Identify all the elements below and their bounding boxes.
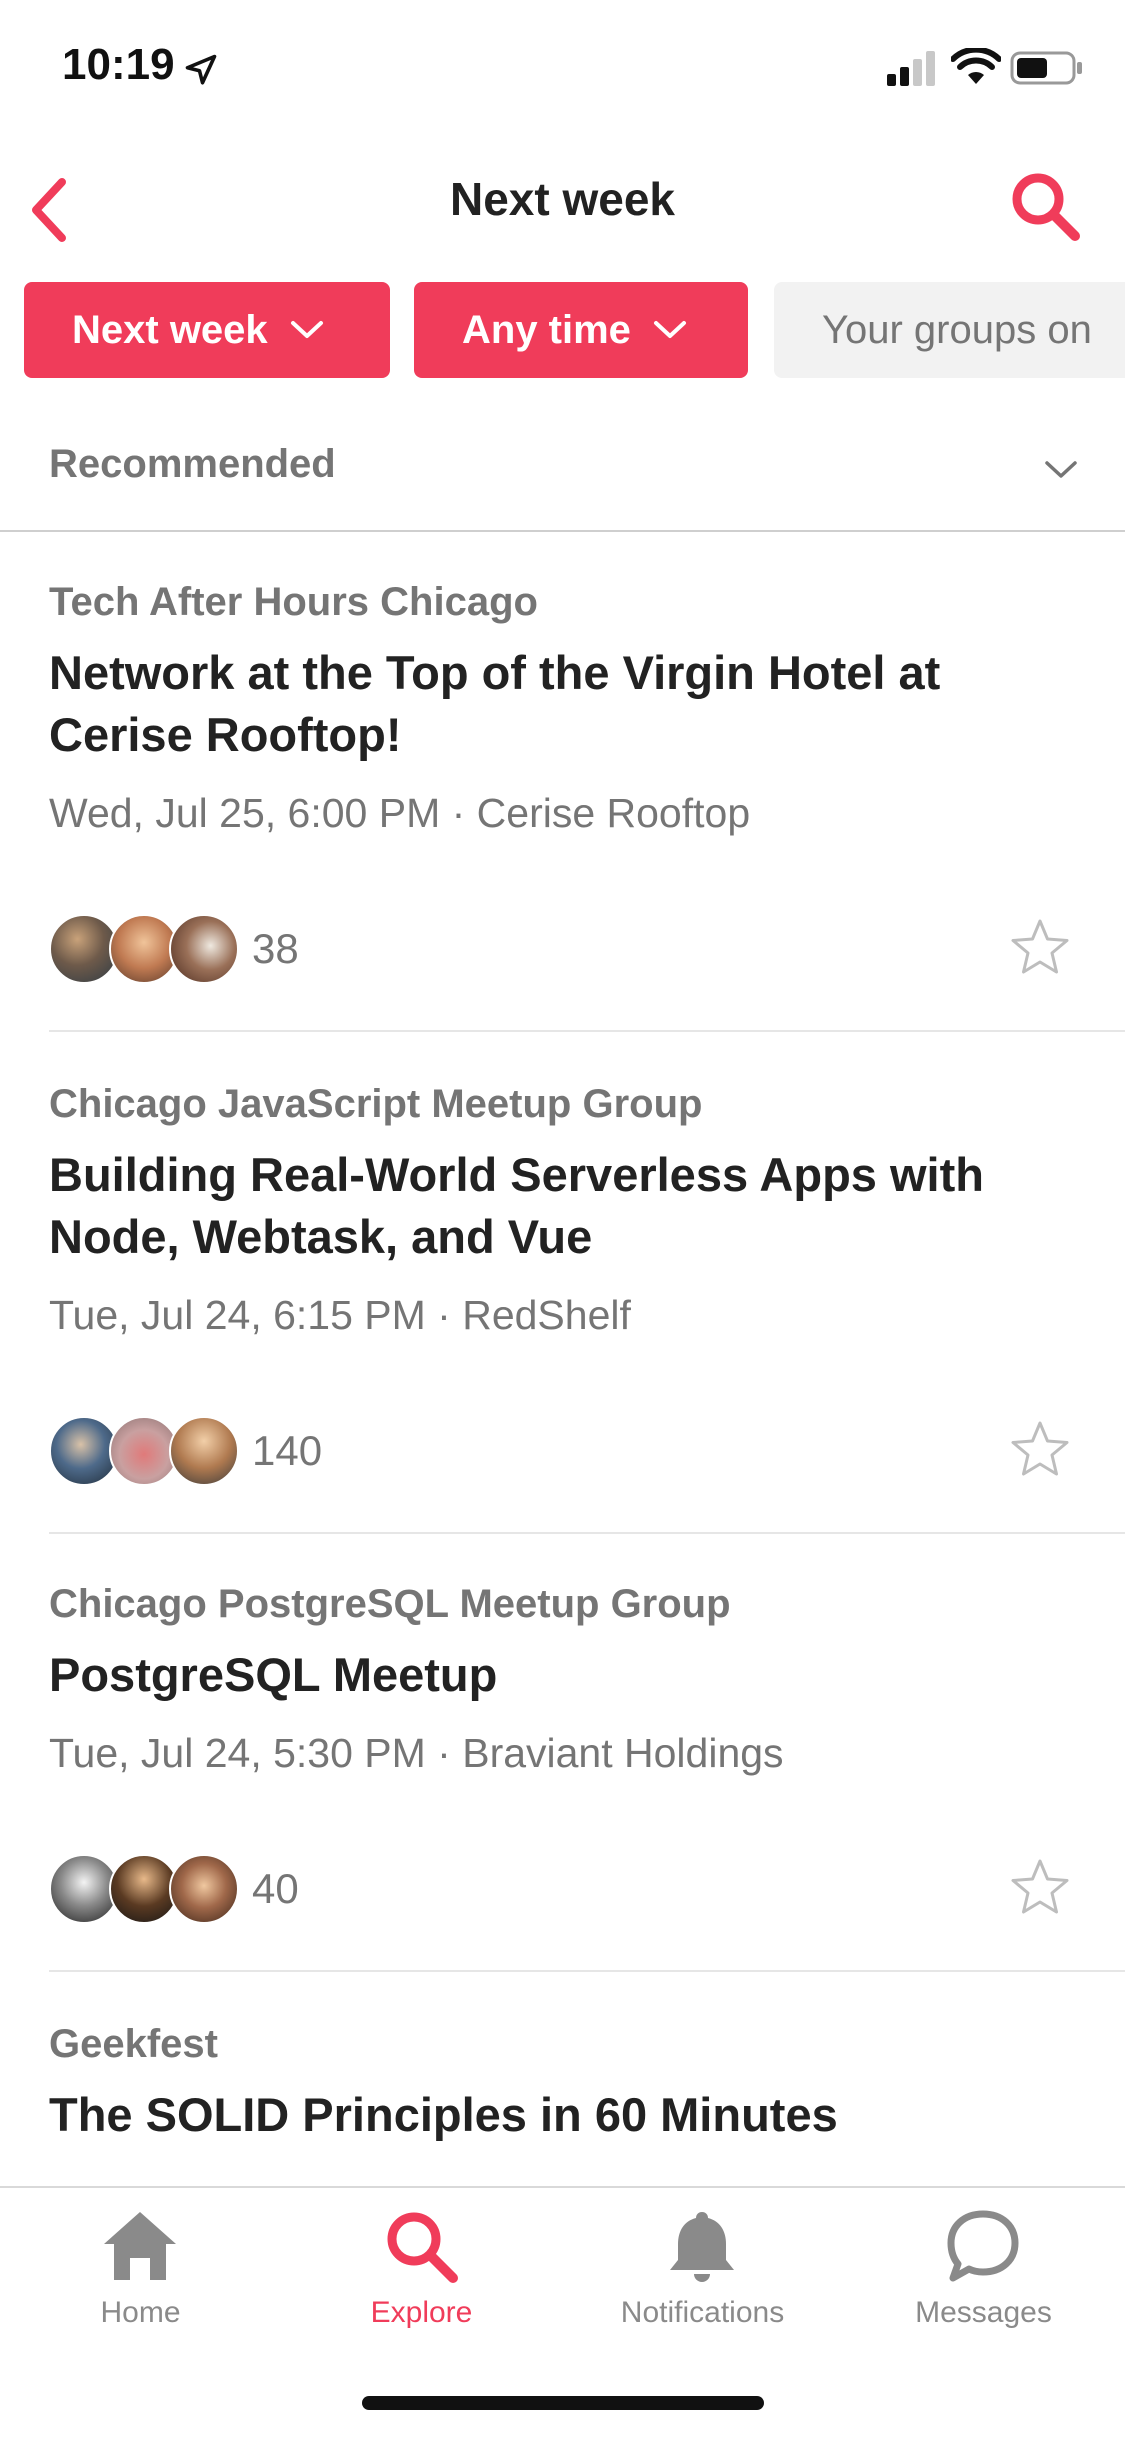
nav-bar: Next week xyxy=(0,140,1125,260)
bell-icon xyxy=(670,2212,734,2282)
status-bar: 10:19 xyxy=(0,0,1125,140)
event-datetime-venue: Tue, Jul 24, 6:15 PM · RedShelf xyxy=(49,1292,631,1338)
filter-your-groups-chip[interactable]: Your groups on xyxy=(774,282,1125,378)
attendee-avatars xyxy=(49,1854,249,1924)
tab-messages[interactable]: Messages xyxy=(843,2188,1124,2358)
event-title: Building Real-World Serverless Apps with… xyxy=(49,1148,984,1263)
chevron-down-icon xyxy=(653,321,686,338)
divider xyxy=(49,1532,1125,1534)
event-card[interactable]: Geekfest The SOLID Principles in 60 Minu… xyxy=(0,2022,1125,2192)
event-card[interactable]: Chicago PostgreSQL Meetup Group PostgreS… xyxy=(0,1582,1125,1942)
chevron-down-icon xyxy=(1045,461,1077,478)
tab-messages-label: Messages xyxy=(915,2296,1052,2329)
attendee-count: 140 xyxy=(252,1427,323,1474)
tab-explore-label: Explore xyxy=(370,2296,473,2329)
avatar xyxy=(169,914,239,984)
sort-label: Recommended xyxy=(49,442,336,486)
avatar xyxy=(169,1854,239,1924)
tab-explore[interactable]: Explore xyxy=(281,2188,562,2358)
star-icon[interactable] xyxy=(1010,918,1070,976)
chevron-down-icon xyxy=(290,321,323,338)
event-group-name: Chicago JavaScript Meetup Group xyxy=(49,1082,703,1126)
event-group-name: Tech After Hours Chicago xyxy=(49,580,538,624)
divider xyxy=(49,1030,1125,1032)
star-icon[interactable] xyxy=(1010,1858,1070,1916)
event-group-name: Chicago PostgreSQL Meetup Group xyxy=(49,1582,731,1626)
home-indicator xyxy=(362,2396,764,2410)
filter-time-label: Any time xyxy=(462,307,631,352)
filter-date-chip[interactable]: Next week xyxy=(24,282,390,378)
home-icon xyxy=(104,2212,176,2280)
event-group-name: Geekfest xyxy=(49,2022,218,2066)
chat-bubble-icon xyxy=(947,2210,1019,2282)
tab-notifications-label: Notifications xyxy=(620,2296,785,2329)
event-card[interactable]: Tech After Hours Chicago Network at the … xyxy=(0,580,1125,1000)
event-title: PostgreSQL Meetup xyxy=(49,1648,498,1701)
sort-dropdown[interactable]: Recommended xyxy=(0,420,1125,532)
tab-notifications[interactable]: Notifications xyxy=(562,2188,843,2358)
filter-date-label: Next week xyxy=(72,307,268,352)
event-datetime-venue: Tue, Jul 24, 5:30 PM · Braviant Holdings xyxy=(49,1730,784,1776)
event-title: The SOLID Principles in 60 Minutes xyxy=(49,2088,838,2141)
search-icon xyxy=(387,2212,458,2283)
attendee-count: 38 xyxy=(252,925,299,972)
filter-chips: Next week Any time Your groups on xyxy=(0,282,1125,378)
search-button[interactable] xyxy=(1005,166,1085,246)
event-datetime-venue: Wed, Jul 25, 6:00 PM · Cerise Rooftop xyxy=(49,790,751,836)
filter-time-chip[interactable]: Any time xyxy=(414,282,748,378)
page-title: Next week xyxy=(449,173,675,225)
avatar xyxy=(169,1416,239,1486)
tab-home-label: Home xyxy=(100,2296,181,2329)
attendee-avatars xyxy=(49,914,249,984)
wifi-icon xyxy=(951,48,1001,84)
divider xyxy=(49,1970,1125,1972)
event-card[interactable]: Chicago JavaScript Meetup Group Building… xyxy=(0,1082,1125,1502)
attendee-count: 40 xyxy=(252,1865,299,1912)
event-title: Network at the Top of the Virgin Hotel a… xyxy=(49,646,941,761)
attendee-avatars xyxy=(49,1416,249,1486)
tab-home[interactable]: Home xyxy=(0,2188,281,2358)
status-time: 10:19 xyxy=(62,40,175,89)
filter-your-groups-label: Your groups on xyxy=(822,307,1092,352)
star-icon[interactable] xyxy=(1010,1420,1070,1478)
battery-icon xyxy=(1010,51,1082,85)
location-arrow-icon xyxy=(185,54,217,85)
cellular-signal-icon xyxy=(887,51,935,86)
